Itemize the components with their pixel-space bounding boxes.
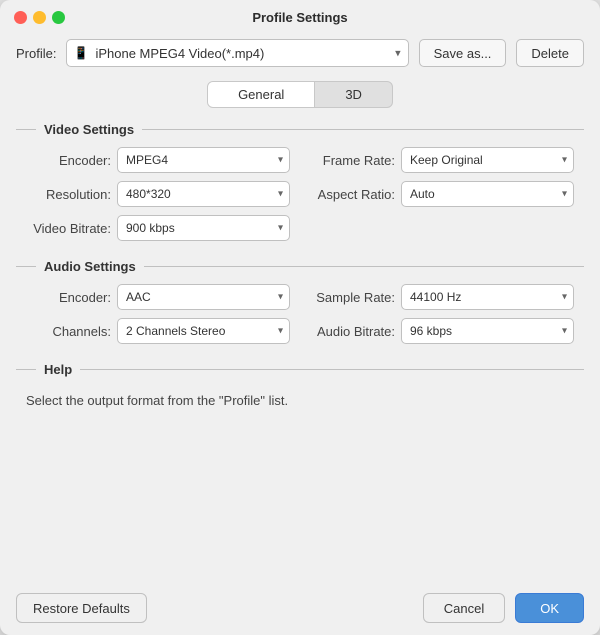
sample-rate-row: Sample Rate: 44100 Hz 22050 Hz 48000 Hz bbox=[310, 284, 574, 310]
audio-encoder-label: Encoder: bbox=[26, 290, 111, 305]
window-controls bbox=[14, 11, 65, 24]
video-settings-header: Video Settings bbox=[16, 122, 584, 137]
sample-rate-label: Sample Rate: bbox=[310, 290, 395, 305]
video-settings-grid: Encoder: MPEG4 H.264 H.265 Frame Rate: bbox=[16, 147, 584, 241]
encoder-row: Encoder: MPEG4 H.264 H.265 bbox=[26, 147, 290, 173]
maximize-button[interactable] bbox=[52, 11, 65, 24]
restore-defaults-button[interactable]: Restore Defaults bbox=[16, 593, 147, 623]
bottom-right-buttons: Cancel OK bbox=[423, 593, 584, 623]
encoder-select-wrapper: MPEG4 H.264 H.265 bbox=[117, 147, 290, 173]
audio-bitrate-row: Audio Bitrate: 96 kbps 128 kbps 192 kbps… bbox=[310, 318, 574, 344]
audio-bitrate-select[interactable]: 96 kbps 128 kbps 192 kbps 256 kbps 320 k… bbox=[401, 318, 574, 344]
sample-rate-select-wrapper: 44100 Hz 22050 Hz 48000 Hz bbox=[401, 284, 574, 310]
audio-settings-grid: Encoder: AAC MP3 AC3 Sample Rate: bbox=[16, 284, 584, 344]
bottom-bar: Restore Defaults Cancel OK bbox=[0, 583, 600, 635]
resolution-label: Resolution: bbox=[26, 187, 111, 202]
save-as-button[interactable]: Save as... bbox=[419, 39, 507, 67]
audio-bitrate-select-wrapper: 96 kbps 128 kbps 192 kbps 256 kbps 320 k… bbox=[401, 318, 574, 344]
audio-settings-title: Audio Settings bbox=[44, 259, 136, 274]
video-settings-title: Video Settings bbox=[44, 122, 134, 137]
audio-encoder-row: Encoder: AAC MP3 AC3 bbox=[26, 284, 290, 310]
frame-rate-row: Frame Rate: Keep Original 23.97 24 25 29… bbox=[310, 147, 574, 173]
resolution-select[interactable]: 480*320 720*480 1280*720 1920*1080 bbox=[117, 181, 290, 207]
close-button[interactable] bbox=[14, 11, 27, 24]
aspect-ratio-row: Aspect Ratio: Auto 4:3 16:9 bbox=[310, 181, 574, 207]
section-line-right bbox=[142, 129, 584, 130]
video-bitrate-select[interactable]: 900 kbps 1500 kbps 2000 kbps 3000 kbps bbox=[117, 215, 290, 241]
audio-encoder-select-wrapper: AAC MP3 AC3 bbox=[117, 284, 290, 310]
channels-label: Channels: bbox=[26, 324, 111, 339]
help-section-line-left bbox=[16, 369, 36, 370]
channels-select-wrapper: 2 Channels Stereo 1 Channel Mono 6 Chann… bbox=[117, 318, 290, 344]
title-bar: Profile Settings bbox=[0, 0, 600, 33]
ok-button[interactable]: OK bbox=[515, 593, 584, 623]
audio-settings-section: Audio Settings Encoder: AAC MP3 AC3 bbox=[16, 259, 584, 344]
audio-section-line-right bbox=[144, 266, 584, 267]
encoder-label: Encoder: bbox=[26, 153, 111, 168]
help-header: Help bbox=[16, 362, 584, 377]
profile-select[interactable]: iPhone MPEG4 Video(*.mp4) Android MP4 Ap… bbox=[66, 39, 408, 67]
channels-select[interactable]: 2 Channels Stereo 1 Channel Mono 6 Chann… bbox=[117, 318, 290, 344]
tabs-container: General 3D bbox=[207, 81, 393, 108]
profile-select-wrapper: 📱 iPhone MPEG4 Video(*.mp4) Android MP4 … bbox=[66, 39, 408, 67]
help-section-line-right bbox=[80, 369, 584, 370]
window-title: Profile Settings bbox=[252, 10, 347, 25]
frame-rate-label: Frame Rate: bbox=[310, 153, 395, 168]
minimize-button[interactable] bbox=[33, 11, 46, 24]
aspect-ratio-select[interactable]: Auto 4:3 16:9 bbox=[401, 181, 574, 207]
audio-encoder-select[interactable]: AAC MP3 AC3 bbox=[117, 284, 290, 310]
encoder-select[interactable]: MPEG4 H.264 H.265 bbox=[117, 147, 290, 173]
profile-settings-window: Profile Settings Profile: 📱 iPhone MPEG4… bbox=[0, 0, 600, 635]
delete-button[interactable]: Delete bbox=[516, 39, 584, 67]
audio-settings-header: Audio Settings bbox=[16, 259, 584, 274]
channels-row: Channels: 2 Channels Stereo 1 Channel Mo… bbox=[26, 318, 290, 344]
section-line-left bbox=[16, 129, 36, 130]
help-section: Help Select the output format from the "… bbox=[16, 362, 584, 415]
video-bitrate-row: Video Bitrate: 900 kbps 1500 kbps 2000 k… bbox=[26, 215, 290, 241]
frame-rate-select-wrapper: Keep Original 23.97 24 25 29.97 30 bbox=[401, 147, 574, 173]
audio-section-line-left bbox=[16, 266, 36, 267]
main-content: Video Settings Encoder: MPEG4 H.264 H.26… bbox=[0, 116, 600, 583]
profile-row: Profile: 📱 iPhone MPEG4 Video(*.mp4) And… bbox=[0, 33, 600, 77]
tabs-row: General 3D bbox=[0, 77, 600, 116]
audio-bitrate-label: Audio Bitrate: bbox=[310, 324, 395, 339]
frame-rate-select[interactable]: Keep Original 23.97 24 25 29.97 30 bbox=[401, 147, 574, 173]
aspect-ratio-label: Aspect Ratio: bbox=[310, 187, 395, 202]
help-title: Help bbox=[44, 362, 72, 377]
video-bitrate-label: Video Bitrate: bbox=[26, 221, 111, 236]
tab-general[interactable]: General bbox=[208, 82, 315, 107]
cancel-button[interactable]: Cancel bbox=[423, 593, 505, 623]
profile-label: Profile: bbox=[16, 46, 56, 61]
aspect-ratio-select-wrapper: Auto 4:3 16:9 bbox=[401, 181, 574, 207]
tab-3d[interactable]: 3D bbox=[315, 82, 392, 107]
resolution-select-wrapper: 480*320 720*480 1280*720 1920*1080 bbox=[117, 181, 290, 207]
resolution-row: Resolution: 480*320 720*480 1280*720 192… bbox=[26, 181, 290, 207]
help-text: Select the output format from the "Profi… bbox=[16, 387, 584, 415]
sample-rate-select[interactable]: 44100 Hz 22050 Hz 48000 Hz bbox=[401, 284, 574, 310]
video-bitrate-select-wrapper: 900 kbps 1500 kbps 2000 kbps 3000 kbps bbox=[117, 215, 290, 241]
video-settings-section: Video Settings Encoder: MPEG4 H.264 H.26… bbox=[16, 122, 584, 241]
empty-cell bbox=[310, 215, 574, 241]
